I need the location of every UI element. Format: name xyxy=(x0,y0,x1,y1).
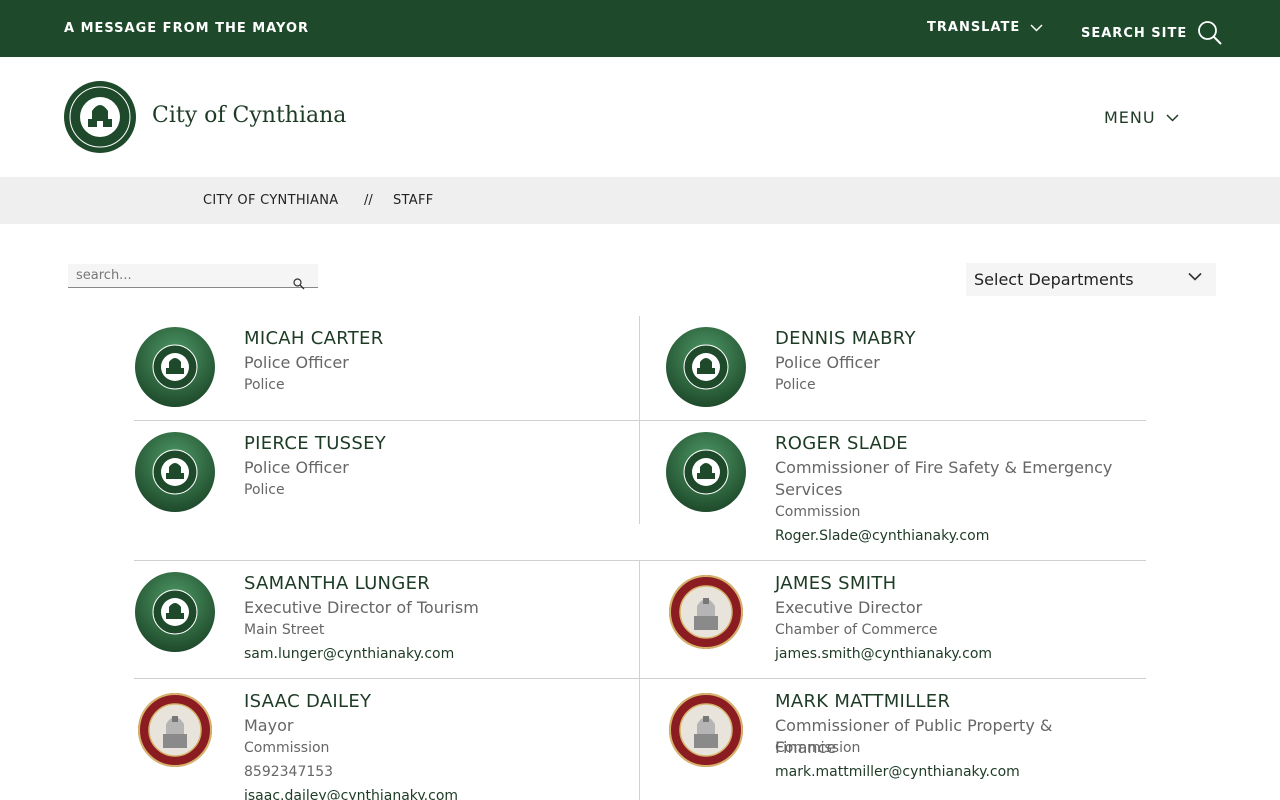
staff-title: Police Officer xyxy=(244,458,349,477)
chevron-down-icon xyxy=(1166,113,1179,122)
search-input[interactable] xyxy=(68,264,288,287)
column-divider xyxy=(639,561,640,800)
search-icon[interactable] xyxy=(293,278,305,290)
chevron-down-icon xyxy=(1030,23,1043,32)
row-divider xyxy=(134,420,1146,421)
row-divider xyxy=(134,678,1146,679)
department-select[interactable]: Select Departments xyxy=(966,263,1216,296)
staff-avatar xyxy=(666,432,746,512)
staff-avatar xyxy=(135,690,215,770)
staff-name[interactable]: MARK MATTMILLER xyxy=(775,691,950,712)
staff-avatar xyxy=(135,572,215,652)
city-seal-logo[interactable] xyxy=(64,81,136,153)
staff-title: Police Officer xyxy=(775,353,880,372)
staff-name[interactable]: JAMES SMITH xyxy=(775,573,896,594)
staff-avatar xyxy=(666,327,746,407)
row-divider xyxy=(134,560,1146,561)
staff-title: Commissioner of Fire Safety & Emergency … xyxy=(775,458,1113,499)
translate-button[interactable]: TRANSLATE xyxy=(927,20,1043,35)
staff-name[interactable]: ROGER SLADE xyxy=(775,433,908,454)
staff-search xyxy=(68,264,318,290)
staff-name[interactable]: ISAAC DAILEY xyxy=(244,691,371,712)
staff-title: Executive Director xyxy=(775,598,923,617)
staff-title: Police Officer xyxy=(244,353,349,372)
translate-label: TRANSLATE xyxy=(927,20,1021,35)
staff-email-link[interactable]: isaac.dailey@cynthianaky.com xyxy=(244,788,458,800)
staff-name[interactable]: MICAH CARTER xyxy=(244,328,384,349)
staff-department: Commission xyxy=(775,504,861,520)
site-header: City of Cynthiana MENU xyxy=(0,57,1280,177)
staff-title: Executive Director of Tourism xyxy=(244,598,479,617)
staff-email-link[interactable]: sam.lunger@cynthianaky.com xyxy=(244,646,454,662)
chevron-down-icon xyxy=(1188,272,1202,281)
breadcrumb-separator: // xyxy=(364,193,373,208)
menu-label: MENU xyxy=(1104,108,1156,127)
staff-department: Commission xyxy=(244,740,330,756)
department-select-value: Select Departments xyxy=(974,270,1134,289)
search-site-label: SEARCH SITE xyxy=(1081,25,1188,41)
breadcrumb: CITY OF CYNTHIANA // STAFF xyxy=(0,177,1280,224)
menu-button[interactable]: MENU xyxy=(1104,108,1179,127)
staff-avatar xyxy=(666,572,746,652)
staff-email-link[interactable]: mark.mattmiller@cynthianaky.com xyxy=(775,764,1020,780)
staff-department: Police xyxy=(775,377,816,393)
site-title[interactable]: City of Cynthiana xyxy=(152,103,346,128)
staff-phone: 8592347153 xyxy=(244,764,334,780)
staff-department: Commission xyxy=(775,740,861,756)
utility-bar: A MESSAGE FROM THE MAYOR TRANSLATE SEARC… xyxy=(0,0,1280,57)
staff-title: Mayor xyxy=(244,716,294,735)
search-icon xyxy=(1198,21,1222,45)
staff-name[interactable]: DENNIS MABRY xyxy=(775,328,916,349)
staff-department: Main Street xyxy=(244,622,325,638)
staff-avatar xyxy=(135,432,215,512)
breadcrumb-home[interactable]: CITY OF CYNTHIANA xyxy=(203,193,338,208)
staff-name[interactable]: PIERCE TUSSEY xyxy=(244,433,386,454)
mayor-message-link[interactable]: A MESSAGE FROM THE MAYOR xyxy=(64,21,309,36)
staff-department: Police xyxy=(244,482,285,498)
staff-email-link[interactable]: Roger.Slade@cynthianaky.com xyxy=(775,528,989,544)
staff-avatar xyxy=(135,327,215,407)
staff-department: Chamber of Commerce xyxy=(775,622,938,638)
staff-avatar xyxy=(666,690,746,770)
staff-email-link[interactable]: james.smith@cynthianaky.com xyxy=(775,646,992,662)
breadcrumb-current: STAFF xyxy=(393,193,434,208)
staff-department: Police xyxy=(244,377,285,393)
staff-name[interactable]: SAMANTHA LUNGER xyxy=(244,573,430,594)
search-site-button[interactable]: SEARCH SITE xyxy=(1081,20,1223,46)
